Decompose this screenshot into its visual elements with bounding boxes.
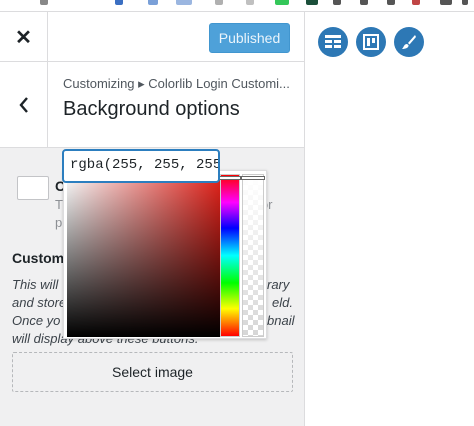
publish-button[interactable]: Published xyxy=(209,23,290,53)
custom-image-desc-line1-end: rary xyxy=(267,277,290,292)
close-customizer-button[interactable]: ✕ xyxy=(0,12,48,62)
close-icon: ✕ xyxy=(15,26,32,49)
custom-image-desc-line3: Once yo xyxy=(12,313,61,328)
layout-columns-icon xyxy=(325,35,341,48)
color-description-line2: p xyxy=(55,215,63,230)
customizer-panel: ✕ Published Customizing ▸ Colorlib Login… xyxy=(0,12,305,426)
alpha-slider[interactable] xyxy=(241,174,265,337)
custom-image-desc-line3-end: bnail xyxy=(267,313,295,328)
select-image-button[interactable]: Select image xyxy=(12,352,293,392)
browser-bookmark-strip xyxy=(0,0,474,12)
custom-image-desc-line2-end: eld. xyxy=(272,295,293,310)
color-picker-popup xyxy=(62,169,267,339)
customizer-header: ✕ Published xyxy=(0,12,304,62)
layout-columns-button[interactable] xyxy=(318,27,348,57)
saturation-value-area[interactable] xyxy=(62,169,220,337)
alpha-handle[interactable] xyxy=(241,176,265,180)
breadcrumb: Customizing ▸ Colorlib Login Customi... xyxy=(63,76,290,91)
custom-image-desc-line1: This will xyxy=(12,277,59,292)
layout-sidebar-button[interactable] xyxy=(356,27,386,57)
color-swatch-button[interactable] xyxy=(17,176,49,200)
section-header: Customizing ▸ Colorlib Login Customi... … xyxy=(0,62,304,148)
custom-image-desc-line2: and store xyxy=(12,295,67,310)
color-description-start: T xyxy=(55,197,63,212)
page-title: Background options xyxy=(63,98,240,120)
layout-sidebar-icon xyxy=(363,34,379,50)
chevron-left-icon xyxy=(18,97,28,113)
preview-area xyxy=(305,12,474,426)
color-value-input[interactable]: rgba(255, 255, 255, 1) xyxy=(62,149,220,183)
back-button[interactable] xyxy=(0,62,48,148)
custom-image-title: Custom xyxy=(12,250,65,266)
hue-handle[interactable] xyxy=(219,176,241,180)
style-brush-button[interactable] xyxy=(394,27,424,57)
hue-slider[interactable] xyxy=(219,174,241,337)
brush-icon xyxy=(402,35,416,49)
